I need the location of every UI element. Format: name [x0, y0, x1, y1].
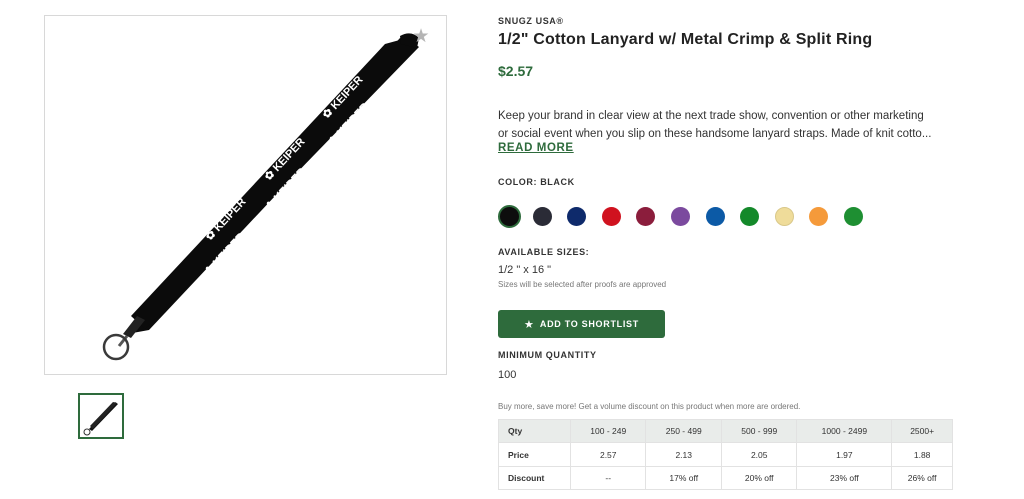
table-header-row: Qty 100 - 249 250 - 499 500 - 999 1000 -… [498, 419, 953, 443]
color-swatch[interactable] [844, 207, 863, 226]
table-cell: Discount [498, 466, 571, 490]
sizes-label: AVAILABLE SIZES: [498, 247, 590, 257]
color-swatch[interactable] [774, 207, 794, 226]
color-swatch[interactable] [567, 207, 587, 226]
description-line: or social event when you slip on these h… [498, 128, 932, 140]
lanyard-thumbnail-icon [83, 402, 118, 436]
table-cell: -- [569, 466, 647, 490]
color-swatch[interactable] [532, 207, 552, 226]
table-cell: 20% off [720, 466, 798, 490]
table-cell: 2.13 [645, 442, 722, 467]
volume-discount-note: Buy more, save more! Get a volume discou… [498, 402, 801, 411]
pricing-table: Qty 100 - 249 250 - 499 500 - 999 1000 -… [498, 419, 953, 490]
product-description: Keep your brand in clear view at the nex… [498, 107, 953, 143]
table-cell: 2.57 [569, 442, 647, 467]
table-header-cell: Qty [498, 419, 571, 443]
table-cell: 23% off [796, 466, 893, 490]
read-more-link[interactable]: READ MORE [498, 142, 574, 154]
table-row: Discount -- 17% off 20% off 23% off 26% … [498, 466, 953, 490]
table-header-cell: 100 - 249 [569, 419, 647, 443]
product-thumbnail[interactable] [78, 393, 124, 439]
add-to-shortlist-button[interactable]: ★ ADD TO SHORTLIST [498, 310, 665, 338]
table-header-cell: 1000 - 2499 [796, 419, 893, 443]
lanyard-image: ✿ KEIPER ✿ KEIPER ✿ KEIPER ✿ KEIPER ✿ KE… [102, 33, 419, 361]
minimum-quantity-value: 100 [498, 369, 517, 381]
table-cell: 1.97 [796, 442, 893, 467]
color-swatch[interactable] [809, 207, 829, 226]
color-swatch[interactable] [740, 207, 760, 226]
size-note: Sizes will be selected after proofs are … [498, 280, 667, 289]
table-cell: 1.88 [891, 442, 953, 467]
color-swatch[interactable] [601, 207, 621, 226]
product-main-image: ✿ KEIPER ✿ KEIPER ✿ KEIPER ✿ KEIPER ✿ KE… [44, 15, 447, 375]
description-line: Keep your brand in clear view at the nex… [498, 110, 924, 122]
star-icon: ★ [524, 318, 534, 331]
table-cell: 17% off [645, 466, 722, 490]
table-row: Price 2.57 2.13 2.05 1.97 1.88 [498, 442, 953, 467]
table-header-cell: 500 - 999 [720, 419, 798, 443]
color-swatch[interactable] [636, 207, 656, 226]
product-price: $2.57 [498, 63, 534, 79]
brand-name[interactable]: SNUGZ USA® [498, 16, 564, 26]
color-swatch[interactable] [705, 207, 725, 226]
color-swatch[interactable] [671, 207, 690, 226]
table-cell: Price [498, 442, 571, 467]
color-label: COLOR: BLACK [498, 177, 575, 187]
size-value: 1/2 " x 16 " [498, 264, 552, 276]
table-cell: 26% off [891, 466, 953, 490]
table-cell: 2.05 [720, 442, 798, 467]
minimum-quantity-label: MINIMUM QUANTITY [498, 350, 597, 360]
table-header-cell: 250 - 499 [645, 419, 722, 443]
shortlist-label: ADD TO SHORTLIST [539, 319, 639, 329]
favorite-star-icon[interactable]: ★ [412, 27, 430, 46]
product-title: 1/2" Cotton Lanyard w/ Metal Crimp & Spl… [498, 31, 873, 48]
color-swatch[interactable] [498, 205, 521, 228]
table-header-cell: 2500+ [891, 419, 953, 443]
